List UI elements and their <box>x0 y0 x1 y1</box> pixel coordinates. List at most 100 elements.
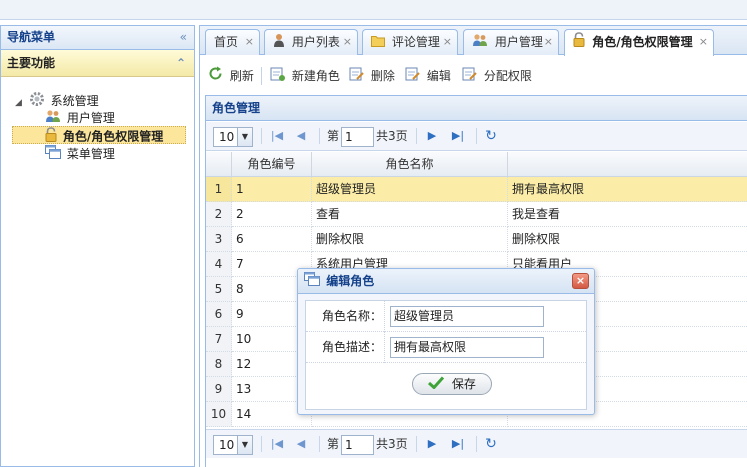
lock-icon <box>573 31 585 55</box>
reload-icon[interactable]: ↻ <box>484 436 498 452</box>
first-page-icon[interactable]: |◀ <box>270 436 284 452</box>
close-icon[interactable]: × <box>544 30 553 54</box>
role-name-label: 角色名称： <box>306 301 385 332</box>
assign-permission-label: 分配权限 <box>483 69 532 83</box>
pager-separator <box>416 436 417 452</box>
row-number: 5 <box>206 277 232 302</box>
nav-title: 导航菜单 <box>7 30 56 44</box>
first-page-icon[interactable]: |◀ <box>270 128 284 144</box>
collapse-nav-button[interactable]: « <box>180 26 187 49</box>
tab-user-management[interactable]: 用户管理 × <box>463 29 559 55</box>
tab-home[interactable]: 首页 × <box>205 29 260 55</box>
last-page-icon[interactable]: ▶| <box>451 436 465 452</box>
role-name-cell: 查看 <box>312 202 508 227</box>
tree-item-menu-management[interactable]: 菜单管理 <box>45 145 115 163</box>
tree-node-label: 系统管理 <box>50 94 99 108</box>
role-id-cell: 2 <box>232 202 312 227</box>
pager-separator <box>476 128 477 144</box>
table-row[interactable]: 2 2 查看 我是查看 <box>206 202 747 227</box>
pager-separator <box>319 436 320 452</box>
nav-header: 导航菜单 « <box>1 26 194 50</box>
close-icon[interactable]: × <box>443 30 452 54</box>
gear-icon <box>29 91 45 112</box>
prev-page-icon[interactable]: ◀ <box>294 128 308 144</box>
save-button[interactable]: 保存 <box>412 373 492 395</box>
nav-section-header[interactable]: 主要功能 ⌃ <box>1 50 194 77</box>
refresh-label: 刷新 <box>229 69 254 83</box>
role-name-cell: 删除权限 <box>312 227 508 252</box>
role-desc-input[interactable]: 拥有最高权限 <box>390 337 544 358</box>
tree-item-role-permission[interactable]: 角色/角色权限管理 <box>12 126 186 144</box>
toolbar-separator <box>261 67 262 85</box>
next-page-icon[interactable]: ▶ <box>425 436 439 452</box>
role-name-row: 角色名称： 超级管理员 <box>306 301 586 332</box>
prev-page-icon[interactable]: ◀ <box>294 436 308 452</box>
pager-separator <box>476 436 477 452</box>
checkmark-icon <box>428 375 445 395</box>
assign-permission-button[interactable]: 分配权限 <box>462 66 532 86</box>
page-size-select[interactable]: 10 ▼ <box>213 435 253 455</box>
last-page-icon[interactable]: ▶| <box>451 128 465 144</box>
page-size-select[interactable]: 10 ▼ <box>213 127 253 147</box>
close-icon[interactable]: × <box>699 30 708 54</box>
users-icon <box>472 31 488 55</box>
create-role-label: 新建角色 <box>291 69 340 83</box>
window-icon <box>45 145 61 164</box>
delete-button[interactable]: 删除 <box>349 66 395 86</box>
dialog-title: 编辑角色 <box>326 274 375 288</box>
pager-separator <box>261 128 262 144</box>
total-pages-label: 共3页 <box>376 129 408 143</box>
role-name-input[interactable]: 超级管理员 <box>390 306 544 327</box>
role-id-cell: 1 <box>232 177 312 202</box>
create-role-button[interactable]: 新建角色 <box>270 66 340 86</box>
role-name-cell: 超级管理员 <box>312 177 508 202</box>
page-number-input[interactable]: 1 <box>341 435 374 455</box>
role-desc-cell: 我是查看 <box>508 202 747 227</box>
dropdown-arrow-icon[interactable]: ▼ <box>237 128 252 146</box>
tab-user-list[interactable]: 用户列表 × <box>264 29 358 55</box>
lock-icon <box>45 127 57 147</box>
tab-strip: 首页 × 用户列表 × 评论管理 × 用户管理 × 角色/角色权限管理 × <box>200 26 747 56</box>
dialog-header[interactable]: 编辑角色 × <box>298 269 594 294</box>
window-icon <box>304 270 320 294</box>
tree-item-user-management[interactable]: 用户管理 <box>45 109 115 127</box>
tab-comment-management[interactable]: 评论管理 × <box>362 29 458 55</box>
edit-button[interactable]: 编辑 <box>405 66 451 86</box>
role-id-cell: 6 <box>232 227 312 252</box>
delete-icon <box>349 66 364 87</box>
dialog-close-button[interactable]: × <box>572 273 589 289</box>
save-label: 保存 <box>451 377 476 391</box>
user-icon <box>273 31 285 55</box>
refresh-button[interactable]: 刷新 <box>208 66 254 86</box>
tree-expand-icon[interactable]: ◢ <box>15 98 22 108</box>
reload-icon[interactable]: ↻ <box>484 128 498 144</box>
tree-node-system[interactable]: ◢ 系统管理 <box>15 91 99 109</box>
folder-icon <box>371 31 385 55</box>
role-desc-row: 角色描述： 拥有最高权限 <box>306 332 586 363</box>
tab-label: 用户列表 <box>291 35 340 49</box>
next-page-icon[interactable]: ▶ <box>425 128 439 144</box>
close-icon[interactable]: × <box>245 30 254 54</box>
dropdown-arrow-icon[interactable]: ▼ <box>237 436 252 454</box>
tab-label: 首页 <box>214 35 239 49</box>
pager-separator <box>319 128 320 144</box>
column-header[interactable]: 角色编号 <box>232 152 312 177</box>
role-desc-label: 角色描述： <box>306 332 385 363</box>
section-toggle-icon[interactable]: ⌃ <box>176 50 186 76</box>
table-row[interactable]: 1 1 超级管理员 拥有最高权限 <box>206 177 747 202</box>
row-number: 8 <box>206 352 232 377</box>
page-number-input[interactable]: 1 <box>341 127 374 147</box>
page-label: 第 <box>327 129 340 143</box>
tree-item-label: 角色/角色权限管理 <box>62 129 164 144</box>
tree-item-label: 用户管理 <box>66 111 115 125</box>
row-number: 6 <box>206 302 232 327</box>
table-row[interactable]: 3 6 删除权限 删除权限 <box>206 227 747 252</box>
column-header[interactable] <box>508 152 747 177</box>
column-header[interactable]: 角色名称 <box>312 152 508 177</box>
close-icon[interactable]: × <box>343 30 352 54</box>
tab-role-permission[interactable]: 角色/角色权限管理 × <box>564 29 714 56</box>
row-number: 10 <box>206 402 232 427</box>
dialog-form: 角色名称： 超级管理员 角色描述： 拥有最高权限 保存 <box>305 300 587 410</box>
nav-section-title: 主要功能 <box>7 56 56 70</box>
app-root: 导航菜单 « 主要功能 ⌃ ◢ 系统管理 用户管理 角色/角色权限管理 菜单管理… <box>0 0 747 467</box>
